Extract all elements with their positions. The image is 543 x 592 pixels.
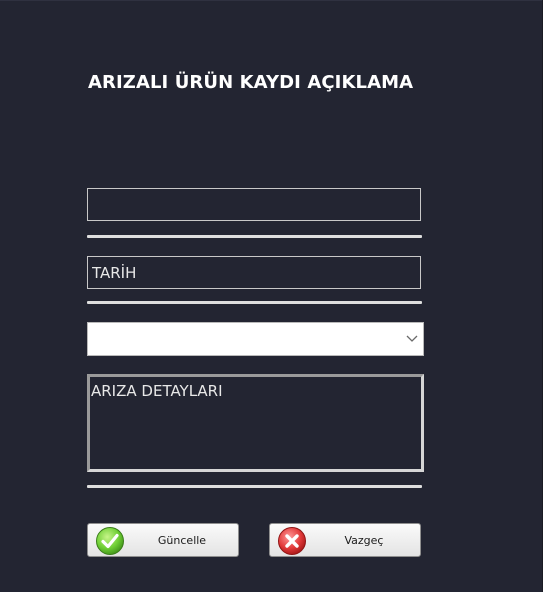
cancel-button[interactable]: Vazgeç	[269, 523, 421, 557]
divider	[87, 301, 422, 304]
divider	[87, 235, 422, 238]
product-select[interactable]	[87, 322, 424, 356]
cancel-button-label: Vazgeç	[344, 533, 384, 547]
record-input[interactable]	[87, 188, 421, 221]
window-top-border	[0, 0, 543, 1]
fault-details-textarea[interactable]	[87, 374, 424, 472]
page-title: ARIZALI ÜRÜN KAYDI AÇIKLAMA	[88, 72, 414, 93]
date-field[interactable]	[87, 256, 421, 289]
chevron-down-icon[interactable]	[401, 323, 423, 355]
divider	[87, 485, 422, 488]
update-button-label: Güncelle	[157, 533, 207, 547]
update-button[interactable]: Güncelle	[87, 523, 239, 557]
